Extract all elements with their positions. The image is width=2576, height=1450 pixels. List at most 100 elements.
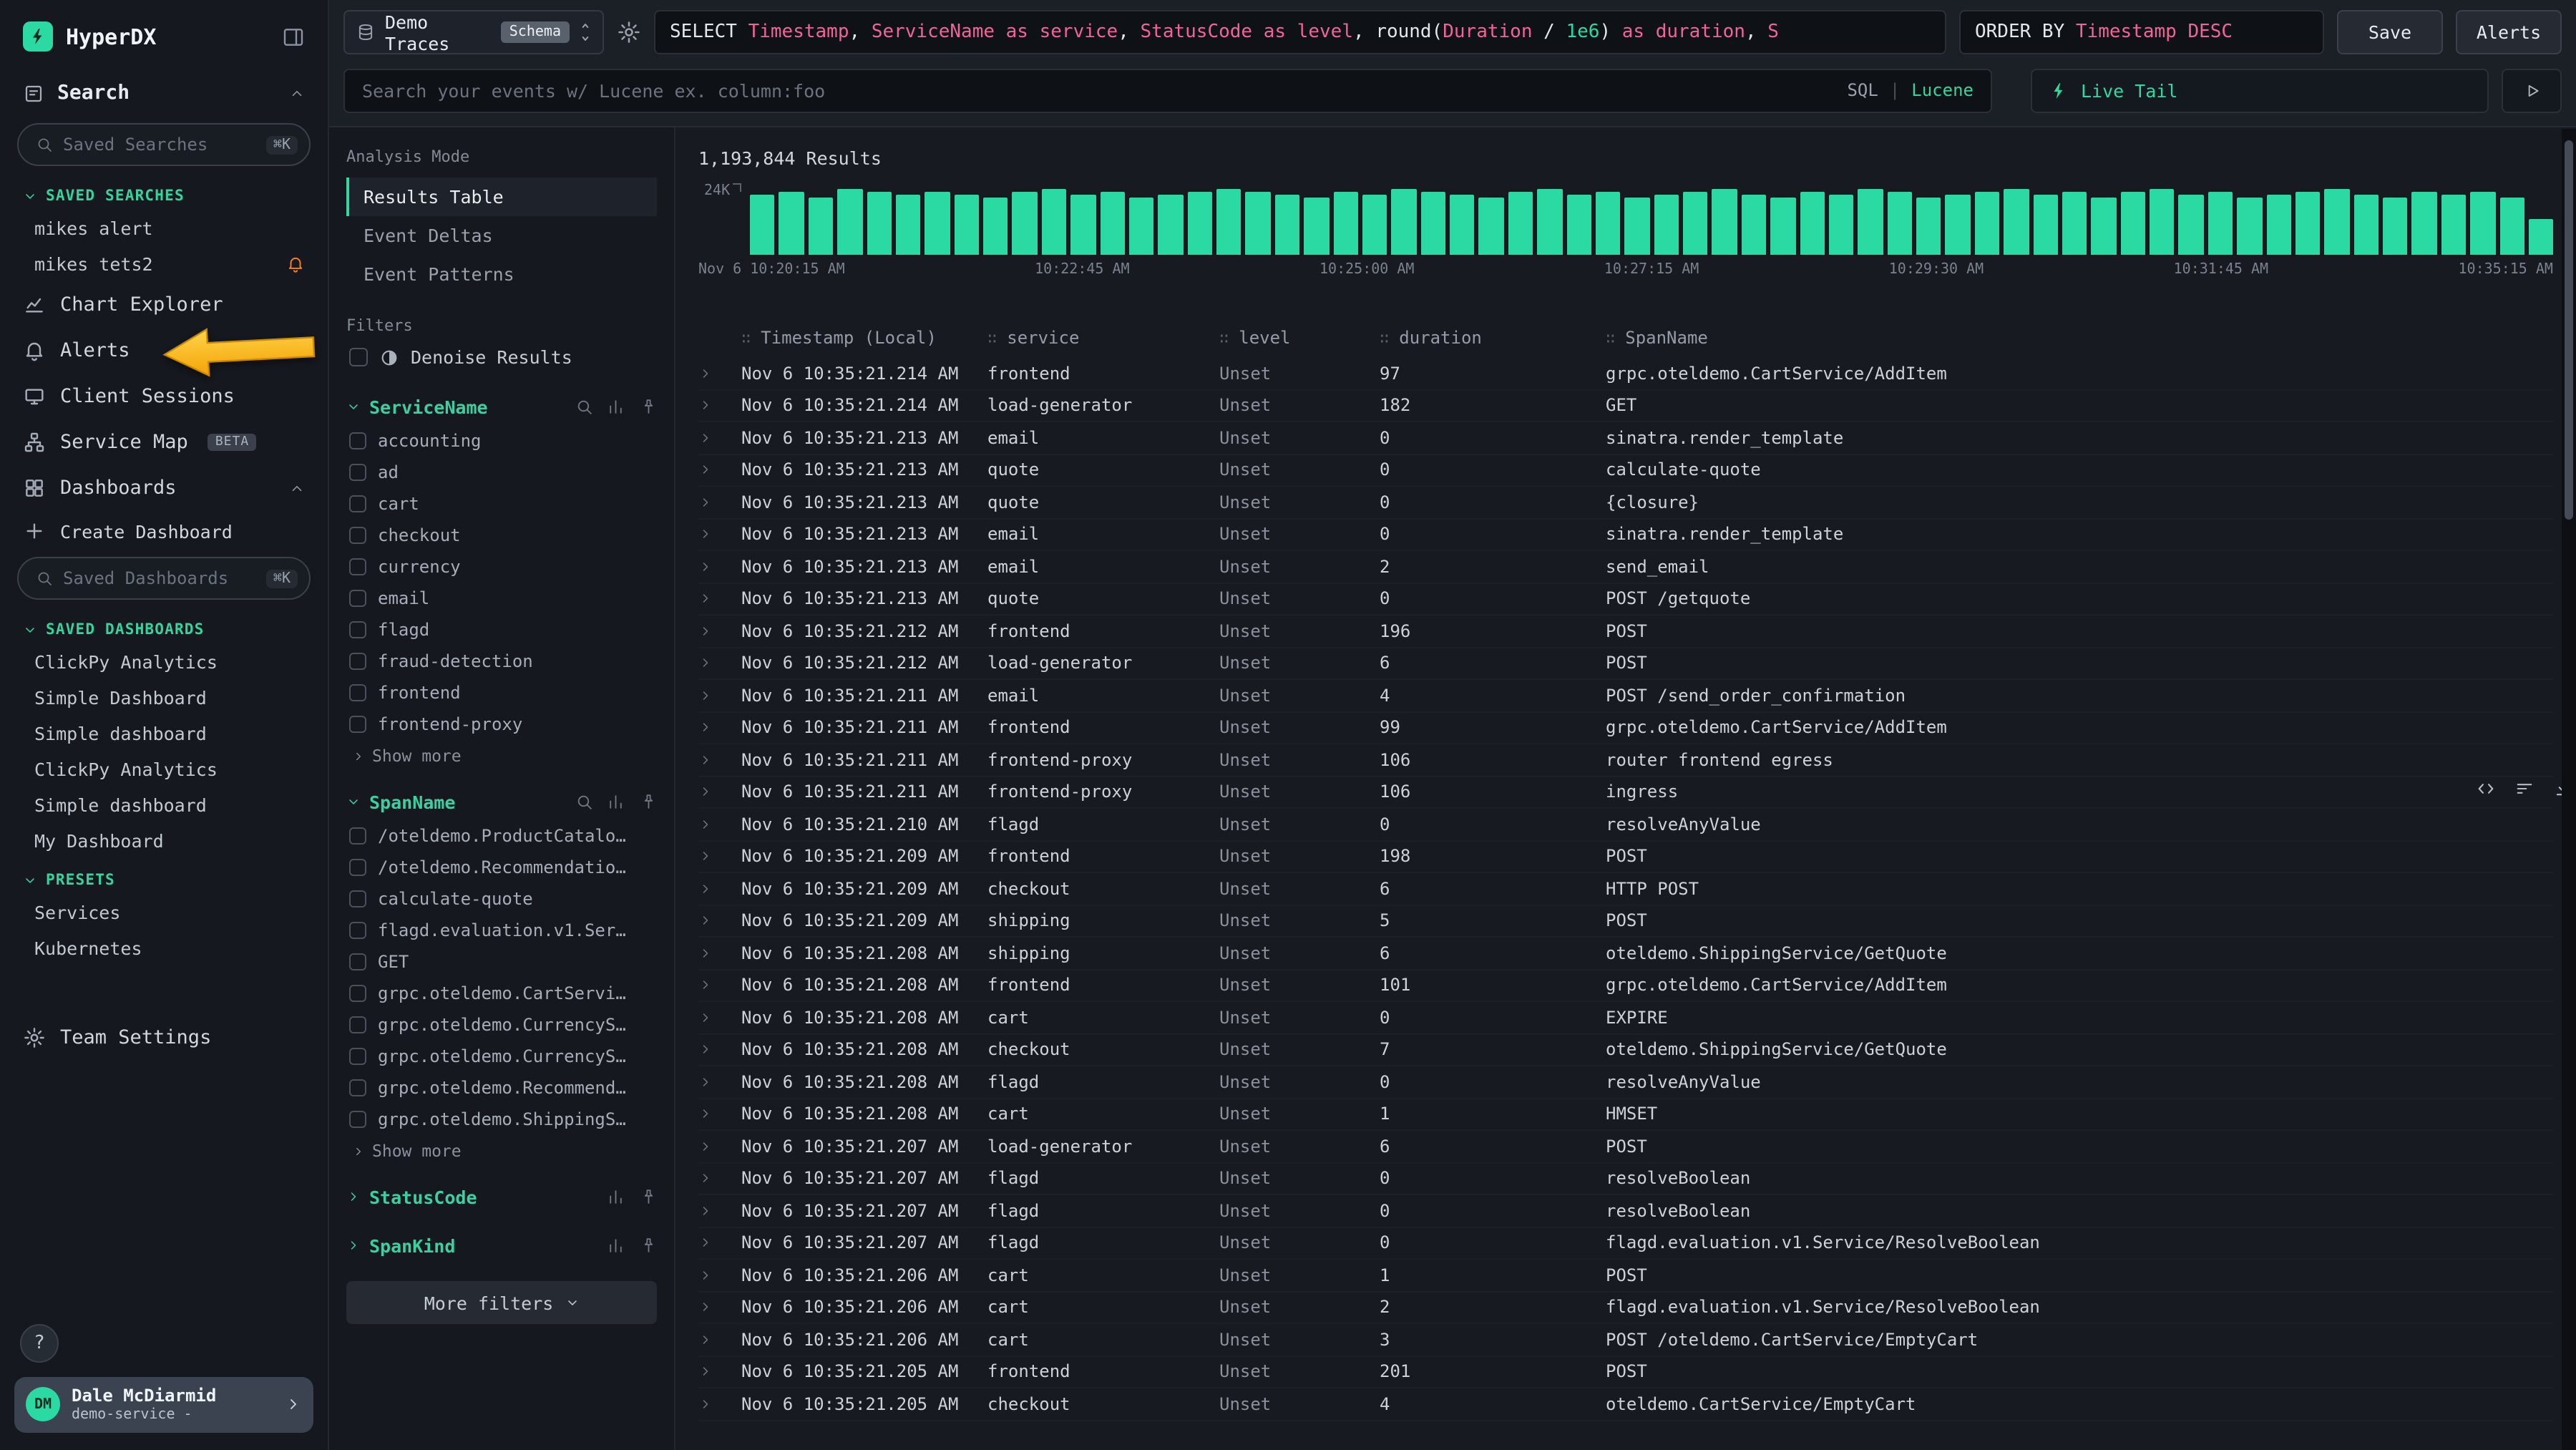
saved-search-item[interactable]: mikes tets2 (0, 246, 328, 282)
histogram-bar[interactable] (896, 195, 921, 255)
row-expander-icon[interactable] (698, 527, 741, 542)
histogram-bar[interactable] (837, 189, 862, 255)
source-settings-gear-icon[interactable] (617, 20, 641, 44)
histogram-bar[interactable] (2353, 195, 2379, 255)
histogram-bar[interactable] (1392, 189, 1417, 255)
live-tail-button[interactable]: Live Tail (2031, 68, 2489, 112)
row-expander-icon[interactable] (698, 721, 741, 735)
histogram-bar[interactable] (1070, 195, 1096, 255)
table-row[interactable]: Nov 6 10:35:21.207 AMload-generatorUnset… (698, 1131, 2553, 1163)
search-section-header[interactable]: Search (0, 69, 328, 117)
histogram-bar[interactable] (2150, 189, 2175, 255)
histogram-bar[interactable] (2412, 192, 2437, 255)
lucene-mode-toggle[interactable]: Lucene (1911, 80, 1974, 100)
facet-value-checkbox[interactable]: flagd.evaluation.v1.Ser… (346, 915, 657, 946)
histogram-bar[interactable] (1450, 195, 1475, 255)
histogram-bar[interactable] (779, 192, 804, 255)
denoise-results-checkbox[interactable]: Denoise Results (349, 346, 654, 368)
histogram-bar[interactable] (1304, 198, 1329, 256)
saved-searches-header[interactable]: SAVED SEARCHES (0, 175, 328, 210)
facet-value-checkbox[interactable]: email (346, 583, 657, 614)
sidebar-item-team-settings[interactable]: Team Settings (0, 1015, 328, 1061)
more-filters-button[interactable]: More filters (346, 1281, 657, 1324)
checkbox[interactable] (349, 432, 366, 449)
table-row[interactable]: Nov 6 10:35:21.213 AMemailUnset2send_ema… (698, 551, 2553, 583)
checkbox[interactable] (349, 890, 366, 908)
histogram-bar[interactable] (1333, 192, 1358, 255)
checkbox[interactable] (349, 464, 366, 481)
drag-handle-icon[interactable]: ∷ (1606, 329, 1615, 347)
histogram-bar[interactable] (1975, 192, 2000, 255)
row-expander-icon[interactable] (698, 366, 741, 381)
sidebar-item-dashboards[interactable]: Dashboards (0, 465, 328, 511)
table-row[interactable]: Nov 6 10:35:21.213 AMemailUnset0sinatra.… (698, 422, 2553, 454)
facet-value-checkbox[interactable]: frontend-proxy (346, 709, 657, 740)
saved-dashboard-item[interactable]: Simple dashboard (0, 716, 328, 751)
alerts-button[interactable]: Alerts (2456, 10, 2562, 54)
help-button[interactable]: ? (20, 1323, 59, 1362)
histogram-bar[interactable] (2033, 195, 2058, 255)
row-expander-icon[interactable] (698, 592, 741, 606)
show-more-link[interactable]: Show more (346, 1135, 657, 1167)
histogram-bar[interactable] (1887, 192, 1912, 255)
row-expander-icon[interactable] (698, 1300, 741, 1315)
facet-value-checkbox[interactable]: currency (346, 551, 657, 583)
facet-chart-icon[interactable] (607, 1188, 625, 1206)
histogram-bar[interactable] (2062, 192, 2087, 255)
row-expander-icon[interactable] (698, 1011, 741, 1025)
checkbox[interactable] (349, 684, 366, 701)
histogram-bar[interactable] (1654, 195, 1679, 255)
table-row[interactable]: Nov 6 10:35:21.212 AMload-generatorUnset… (698, 648, 2553, 680)
column-header[interactable]: ∷service (987, 328, 1219, 348)
table-row[interactable]: Nov 6 10:35:21.207 AMflagdUnset0flagd.ev… (698, 1227, 2553, 1260)
histogram-bar[interactable] (867, 192, 892, 255)
histogram-bar[interactable] (2120, 192, 2145, 255)
row-expander-icon[interactable] (698, 946, 741, 960)
table-row[interactable]: Nov 6 10:35:21.214 AMload-generatorUnset… (698, 390, 2553, 422)
table-row[interactable]: Nov 6 10:35:21.206 AMcartUnset3POST /ote… (698, 1324, 2553, 1356)
checkbox[interactable] (349, 716, 366, 733)
view-code-icon[interactable] (2476, 779, 2496, 799)
row-expander-icon[interactable] (698, 688, 741, 703)
facet-value-checkbox[interactable]: flagd (346, 614, 657, 646)
row-expander-icon[interactable] (698, 1333, 741, 1347)
saved-searches-input[interactable]: Saved Searches ⌘K (17, 123, 311, 166)
row-expander-icon[interactable] (698, 431, 741, 445)
user-menu[interactable]: DM Dale McDiarmid demo-service - (14, 1376, 313, 1433)
table-row[interactable]: Nov 6 10:35:21.208 AMfrontendUnset101grp… (698, 970, 2553, 1002)
table-row[interactable]: Nov 6 10:35:21.208 AMcartUnset0EXPIRE (698, 1002, 2553, 1034)
checkbox[interactable] (349, 859, 366, 876)
histogram-bar[interactable] (1216, 189, 1241, 255)
checkbox[interactable] (349, 1111, 366, 1128)
checkbox[interactable] (349, 1079, 366, 1096)
facet-pin-icon[interactable] (639, 1237, 657, 1255)
scrollbar-thumb[interactable] (2565, 140, 2573, 520)
column-header[interactable]: ∷SpanName (1606, 328, 2553, 348)
facet-search-icon[interactable] (575, 398, 592, 416)
histogram-bar[interactable] (2004, 189, 2029, 255)
checkbox[interactable] (349, 922, 366, 939)
histogram-bar[interactable] (2208, 192, 2233, 255)
preset-item[interactable]: Services (0, 895, 328, 930)
row-expander-icon[interactable] (698, 399, 741, 413)
table-row[interactable]: Nov 6 10:35:21.206 AMcartUnset1POST (698, 1260, 2553, 1292)
column-header[interactable]: ∷level (1219, 328, 1380, 348)
table-row[interactable]: Nov 6 10:35:21.209 AMcheckoutUnset6HTTP … (698, 873, 2553, 905)
histogram-bar[interactable] (2383, 198, 2408, 256)
table-row[interactable]: Nov 6 10:35:21.214 AMfrontendUnset97grpc… (698, 358, 2553, 390)
facet-header[interactable]: SpanName (346, 783, 657, 820)
order-by-input[interactable]: ORDER BY Timestamp DESC (1959, 10, 2324, 54)
analysis-mode-option[interactable]: Event Patterns (346, 255, 657, 293)
facet-pin-icon[interactable] (639, 793, 657, 811)
checkbox[interactable] (349, 827, 366, 845)
histogram-bar[interactable] (809, 198, 834, 256)
histogram-bar[interactable] (2499, 198, 2524, 256)
histogram-bar[interactable] (1042, 189, 1067, 255)
table-row[interactable]: Nov 6 10:35:21.205 AMcheckoutUnset4oteld… (698, 1388, 2553, 1421)
histogram-bar[interactable] (1712, 189, 1737, 255)
facet-chart-icon[interactable] (607, 398, 625, 416)
table-row[interactable]: Nov 6 10:35:21.211 AMfrontend-proxyUnset… (698, 744, 2553, 777)
histogram-bar[interactable] (1625, 198, 1650, 256)
table-row[interactable]: Nov 6 10:35:21.210 AMflagdUnset0resolveA… (698, 809, 2553, 841)
histogram-bar[interactable] (1742, 195, 1767, 255)
